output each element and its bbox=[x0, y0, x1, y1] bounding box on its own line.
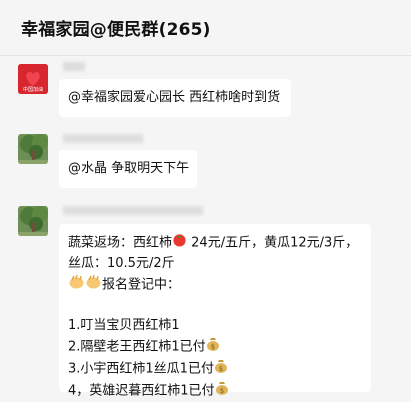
avatar-label: 中国加油 bbox=[23, 86, 43, 93]
sender-name bbox=[63, 62, 85, 71]
money-bag-icon: $ bbox=[215, 380, 229, 402]
money-bag-icon: $ bbox=[206, 336, 220, 358]
svg-text:$: $ bbox=[210, 343, 214, 351]
chat-title: 幸福家园@便民群(265) bbox=[21, 20, 211, 40]
message-line: 1.叮当宝贝西红柿1 bbox=[68, 318, 180, 333]
message-line: 蔬菜返场：西红柿 24元/五斤，黄瓜12元/3斤， bbox=[68, 232, 362, 254]
message-bubble[interactable]: @幸福家园爱心园长 西红柿啥时到货 bbox=[59, 79, 291, 117]
avatar[interactable]: 中国加油 bbox=[18, 64, 48, 94]
svg-text:$: $ bbox=[219, 365, 223, 373]
message-line: 丝瓜：10.5元/2斤 bbox=[68, 256, 175, 271]
tomato-icon bbox=[172, 232, 187, 254]
message-line: 2.隔壁老王西红柿1已付 $ bbox=[68, 336, 362, 358]
avatar[interactable] bbox=[18, 134, 48, 164]
message-line: 报名登记中： bbox=[68, 274, 362, 296]
sender-name bbox=[63, 206, 203, 215]
sender-name bbox=[63, 134, 143, 143]
message-text: @幸福家园爱心园长 西红柿啥时到货 bbox=[68, 90, 281, 105]
clap-hands-icon bbox=[68, 274, 85, 296]
message-bubble[interactable]: @水晶 争取明天下午 bbox=[59, 150, 197, 188]
avatar[interactable] bbox=[18, 206, 48, 236]
clap-hands-icon bbox=[85, 274, 102, 296]
message-line: 4，英雄迟暮西红柿1已付 $ bbox=[68, 380, 362, 402]
message-bubble[interactable]: 蔬菜返场：西红柿 24元/五斤，黄瓜12元/3斤， 丝瓜：10.5元/2斤 报名… bbox=[59, 224, 371, 399]
svg-text:$: $ bbox=[219, 387, 223, 395]
money-bag-icon: $ bbox=[214, 358, 228, 380]
message-line: 3.小宇西红柿1丝瓜1已付 $ bbox=[68, 358, 362, 380]
chat-header: 幸福家园@便民群(265) bbox=[0, 0, 411, 56]
message-text: @水晶 争取明天下午 bbox=[68, 161, 190, 176]
